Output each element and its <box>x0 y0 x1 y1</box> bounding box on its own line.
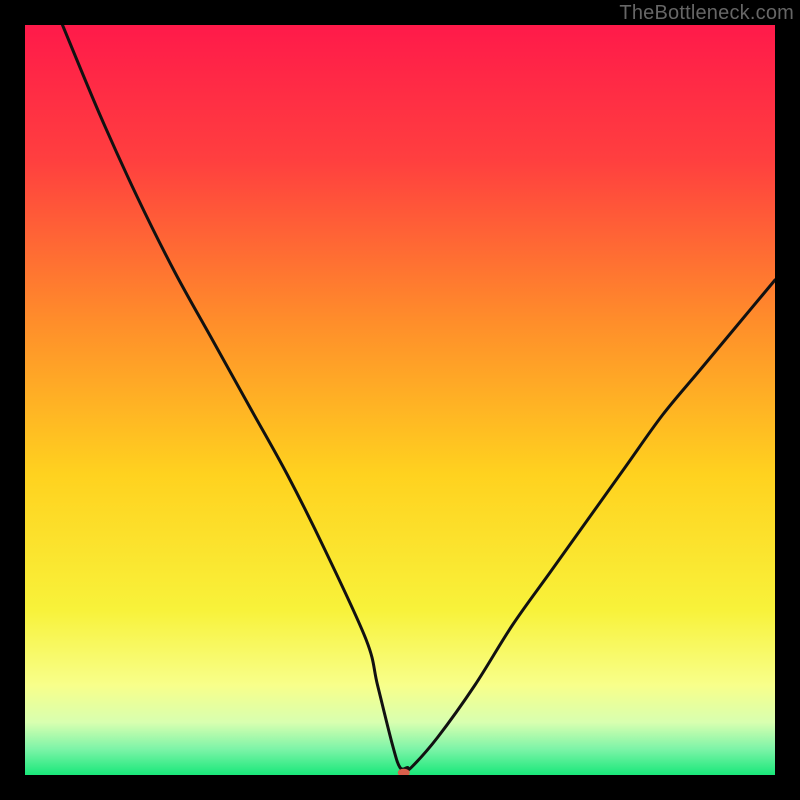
chart-container: TheBottleneck.com <box>0 0 800 800</box>
plot-area <box>25 25 775 775</box>
chart-svg <box>25 25 775 775</box>
watermark-text: TheBottleneck.com <box>619 2 794 25</box>
gradient-background <box>25 25 775 775</box>
